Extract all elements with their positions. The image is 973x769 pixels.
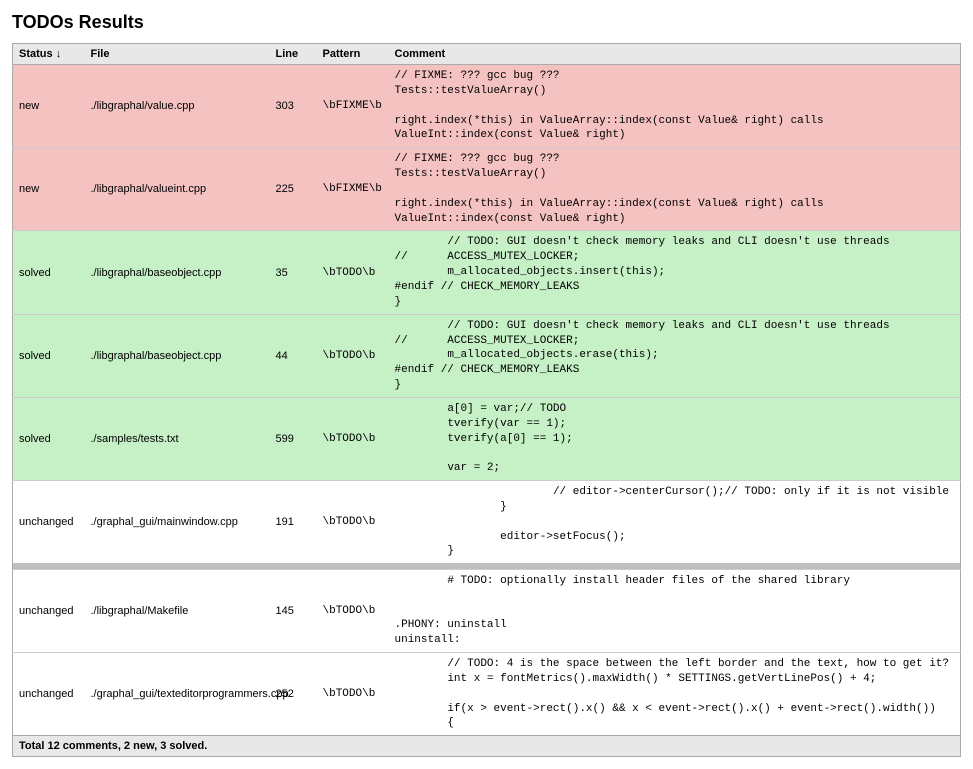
- table-row[interactable]: solved./samples/tests.txt599\bTODO\b a[0…: [13, 397, 961, 480]
- table-row[interactable]: new./libgraphal/value.cpp303\bFIXME\b// …: [13, 65, 961, 148]
- table-row[interactable]: solved./libgraphal/baseobject.cpp35\bTOD…: [13, 231, 961, 314]
- table-row[interactable]: new./libgraphal/valueint.cpp225\bFIXME\b…: [13, 148, 961, 231]
- table-row[interactable]: solved./libgraphal/baseobject.cpp44\bTOD…: [13, 314, 961, 397]
- pattern-cell: \bFIXME\b: [317, 148, 389, 231]
- comment-cell: a[0] = var;// TODO tverify(var == 1); tv…: [389, 397, 961, 480]
- table-header-row: Status ↓ File Line Pattern Comment: [13, 44, 961, 65]
- summary-text: Total 12 comments, 2 new, 3 solved.: [13, 736, 961, 757]
- pattern-cell: \bTODO\b: [317, 397, 389, 480]
- status-cell: unchanged: [13, 653, 85, 736]
- comment-cell: // editor->centerCursor();// TODO: only …: [389, 481, 961, 564]
- col-comment[interactable]: Comment: [389, 44, 961, 65]
- file-cell: ./libgraphal/Makefile: [85, 569, 270, 652]
- status-cell: new: [13, 65, 85, 148]
- file-cell: ./samples/tests.txt: [85, 397, 270, 480]
- comment-cell: // TODO: GUI doesn't check memory leaks …: [389, 314, 961, 397]
- col-line[interactable]: Line: [270, 44, 317, 65]
- line-cell: 191: [270, 481, 317, 564]
- file-cell: ./libgraphal/baseobject.cpp: [85, 231, 270, 314]
- line-cell: 303: [270, 65, 317, 148]
- table-row[interactable]: unchanged./libgraphal/Makefile145\bTODO\…: [13, 569, 961, 652]
- table-row[interactable]: unchanged./graphal_gui/mainwindow.cpp191…: [13, 481, 961, 564]
- page-title: TODOs Results: [12, 12, 961, 33]
- pattern-cell: \bTODO\b: [317, 653, 389, 736]
- line-cell: 599: [270, 397, 317, 480]
- pattern-cell: \bTODO\b: [317, 569, 389, 652]
- comment-cell: // TODO: GUI doesn't check memory leaks …: [389, 231, 961, 314]
- file-cell: ./libgraphal/baseobject.cpp: [85, 314, 270, 397]
- status-cell: solved: [13, 397, 85, 480]
- sort-indicator-icon: ↓: [56, 48, 62, 60]
- file-cell: ./graphal_gui/texteditorprogrammers.cpp: [85, 653, 270, 736]
- line-cell: 145: [270, 569, 317, 652]
- pattern-cell: \bFIXME\b: [317, 65, 389, 148]
- pattern-cell: \bTODO\b: [317, 231, 389, 314]
- col-pattern[interactable]: Pattern: [317, 44, 389, 65]
- file-cell: ./libgraphal/valueint.cpp: [85, 148, 270, 231]
- line-cell: 44: [270, 314, 317, 397]
- pattern-cell: \bTODO\b: [317, 314, 389, 397]
- comment-cell: // TODO: 4 is the space between the left…: [389, 653, 961, 736]
- pattern-cell: \bTODO\b: [317, 481, 389, 564]
- todos-table: Status ↓ File Line Pattern Comment new./…: [12, 43, 961, 757]
- file-cell: ./libgraphal/value.cpp: [85, 65, 270, 148]
- status-cell: solved: [13, 231, 85, 314]
- comment-cell: # TODO: optionally install header files …: [389, 569, 961, 652]
- status-cell: unchanged: [13, 569, 85, 652]
- status-cell: new: [13, 148, 85, 231]
- line-cell: 252: [270, 653, 317, 736]
- col-file[interactable]: File: [85, 44, 270, 65]
- status-cell: solved: [13, 314, 85, 397]
- line-cell: 35: [270, 231, 317, 314]
- comment-cell: // FIXME: ??? gcc bug ??? Tests::testVal…: [389, 148, 961, 231]
- status-cell: unchanged: [13, 481, 85, 564]
- comment-cell: // FIXME: ??? gcc bug ??? Tests::testVal…: [389, 65, 961, 148]
- line-cell: 225: [270, 148, 317, 231]
- table-row[interactable]: unchanged./graphal_gui/texteditorprogram…: [13, 653, 961, 736]
- col-status-label: Status: [19, 48, 53, 60]
- file-cell: ./graphal_gui/mainwindow.cpp: [85, 481, 270, 564]
- table-footer-row: Total 12 comments, 2 new, 3 solved.: [13, 736, 961, 757]
- col-status[interactable]: Status ↓: [13, 44, 85, 65]
